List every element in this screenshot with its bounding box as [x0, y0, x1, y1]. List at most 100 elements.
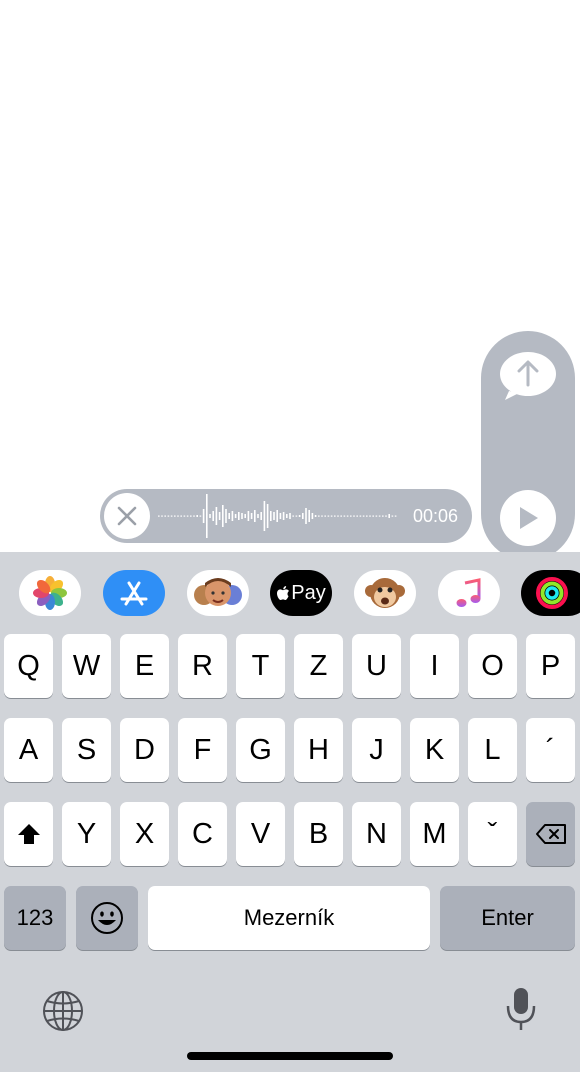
key-d[interactable]: D [120, 718, 169, 782]
apple-pay-button[interactable]: Pay [270, 570, 332, 616]
photos-app-button[interactable] [19, 570, 81, 616]
waveform-bar [382, 515, 384, 517]
emoji-key[interactable] [76, 886, 138, 950]
key-k[interactable]: K [410, 718, 459, 782]
waveform-bar [298, 515, 301, 517]
key-n[interactable]: N [352, 802, 401, 866]
animoji-button[interactable] [354, 570, 416, 616]
key-i[interactable]: I [410, 634, 459, 698]
dictation-key[interactable] [500, 984, 542, 1034]
waveform-bar [270, 511, 272, 521]
waveform-bar [346, 515, 349, 517]
waveform-bar [366, 515, 368, 517]
globe-key[interactable] [40, 988, 86, 1034]
memoji-stickers-button[interactable] [187, 570, 249, 616]
waveform-bar [167, 515, 170, 517]
waveform-bar [343, 515, 346, 517]
apple-pay-label: Pay [291, 581, 326, 604]
key-l[interactable]: L [468, 718, 517, 782]
apple-logo-icon [277, 585, 290, 600]
waveform-bar [212, 511, 214, 521]
waveform-bar [359, 515, 362, 517]
waveform-bar [295, 515, 298, 517]
app-store-button[interactable] [103, 570, 165, 616]
waveform-bar [314, 515, 317, 517]
waveform-bar [199, 515, 202, 517]
waveform-bar [183, 515, 186, 517]
music-app-button[interactable] [438, 570, 500, 616]
key-f[interactable]: F [178, 718, 227, 782]
waveform-bar [266, 504, 269, 528]
emoji-icon [91, 902, 123, 934]
waveform-bar [202, 509, 205, 523]
space-key[interactable]: Mezerník [148, 886, 430, 950]
play-audio-button[interactable] [500, 490, 556, 546]
waveform-bar [260, 512, 262, 520]
audio-waveform [158, 494, 397, 538]
enter-key[interactable]: Enter [440, 886, 575, 950]
waveform-bar [385, 515, 387, 517]
photos-icon [33, 576, 67, 610]
waveform-bar [340, 515, 342, 517]
key-caron[interactable]: ˇ [468, 802, 517, 866]
waveform-bar [257, 514, 259, 518]
key-r[interactable]: R [178, 634, 227, 698]
waveform-bar [362, 515, 365, 517]
waveform-bar [292, 515, 294, 517]
key-j[interactable]: J [352, 718, 401, 782]
waveform-bar [350, 515, 352, 517]
waveform-bar [180, 515, 182, 517]
key-c[interactable]: C [178, 802, 227, 866]
key-w[interactable]: W [62, 634, 111, 698]
key-m[interactable]: M [410, 802, 459, 866]
waveform-bar [305, 508, 307, 524]
key-p[interactable]: P [526, 634, 575, 698]
waveform-bar [215, 507, 218, 525]
key-t[interactable]: T [236, 634, 285, 698]
waveform-bar [250, 513, 253, 519]
waveform-bar [238, 512, 240, 520]
waveform-bar [353, 515, 355, 517]
backspace-icon [535, 824, 566, 844]
waveform-bar [276, 510, 278, 522]
key-o[interactable]: O [468, 634, 517, 698]
key-q[interactable]: Q [4, 634, 53, 698]
waveform-bar [247, 511, 250, 521]
key-b[interactable]: B [294, 802, 343, 866]
close-icon [117, 506, 137, 526]
waveform-bar [282, 512, 285, 520]
key-s[interactable]: S [62, 718, 111, 782]
home-indicator[interactable] [187, 1052, 393, 1060]
waveform-bar [186, 515, 189, 517]
key-a[interactable]: A [4, 718, 53, 782]
waveform-bar [263, 501, 266, 531]
activity-app-button[interactable] [521, 570, 580, 616]
key-v[interactable]: V [236, 802, 285, 866]
key-acute-accent[interactable]: ´ [526, 718, 575, 782]
key-z[interactable]: Z [294, 634, 343, 698]
send-arrow-bubble-icon [500, 352, 556, 400]
waveform-bar [225, 509, 227, 523]
send-audio-button[interactable] [499, 349, 557, 419]
waveform-bar [311, 513, 314, 519]
backspace-key[interactable] [526, 802, 575, 866]
activity-rings-icon [536, 577, 568, 609]
waveform-bar [372, 515, 374, 517]
shift-key[interactable] [4, 802, 53, 866]
key-y[interactable]: Y [62, 802, 111, 866]
waveform-bar [190, 515, 192, 517]
key-e[interactable]: E [120, 634, 169, 698]
key-u[interactable]: U [352, 634, 401, 698]
globe-icon [43, 991, 83, 1031]
audio-recording-bar: 00:06 [100, 489, 472, 543]
key-h[interactable]: H [294, 718, 343, 782]
key-g[interactable]: G [236, 718, 285, 782]
waveform-bar [330, 515, 333, 517]
key-x[interactable]: X [120, 802, 169, 866]
waveform-bar [206, 494, 208, 538]
numbers-key[interactable]: 123 [4, 886, 66, 950]
imessage-app-strip: Pay [0, 562, 580, 624]
waveform-bar [196, 515, 198, 517]
cancel-recording-button[interactable] [104, 493, 150, 539]
waveform-bar [231, 511, 234, 521]
